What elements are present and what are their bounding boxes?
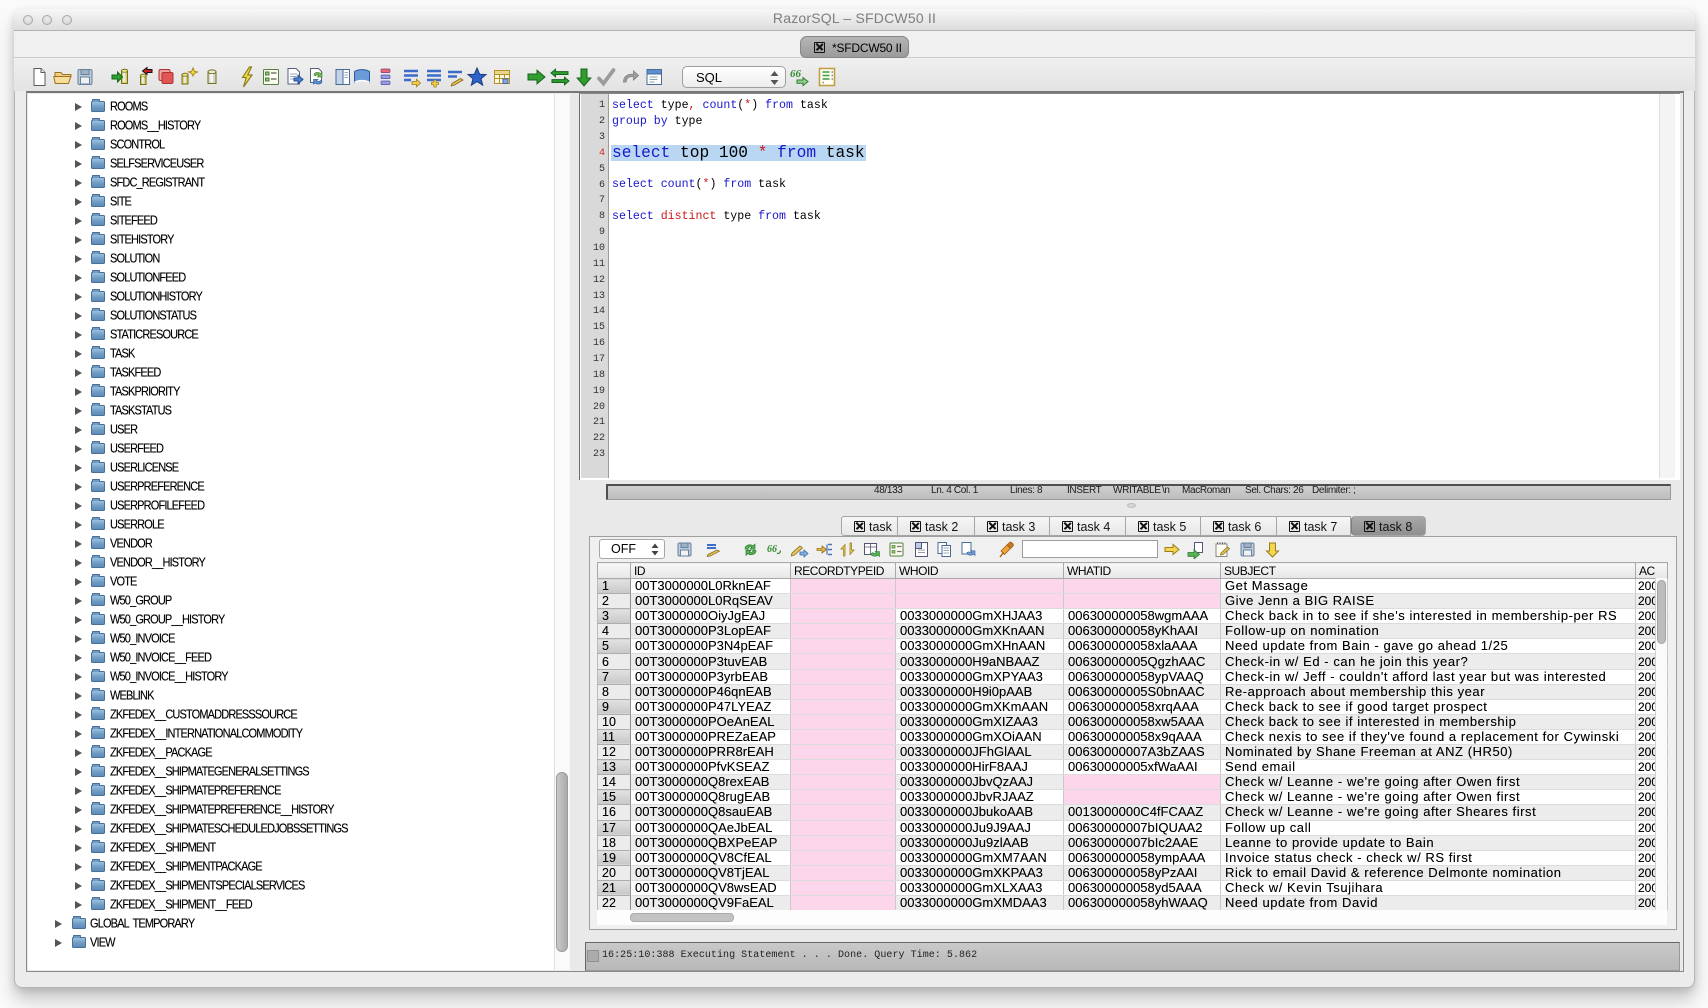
svg-text:66: 66 (767, 544, 777, 555)
svg-text:66: 66 (790, 68, 802, 80)
